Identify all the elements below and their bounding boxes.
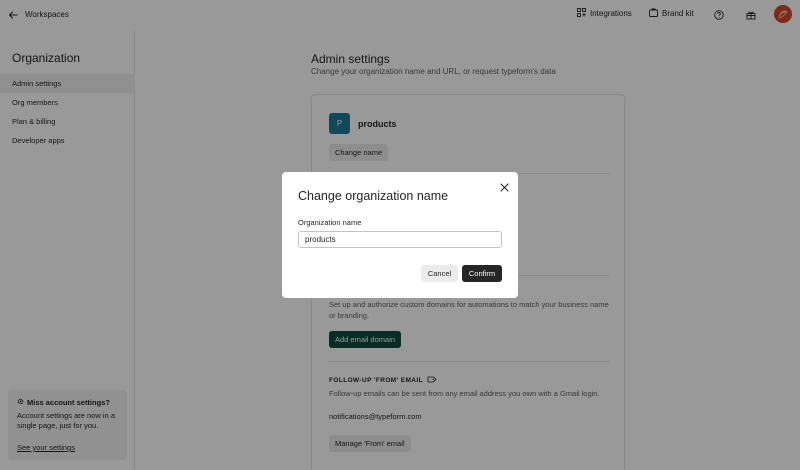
org-name-input[interactable]	[298, 231, 502, 248]
cancel-button[interactable]: Cancel	[421, 265, 458, 282]
dialog-title: Change organization name	[298, 189, 449, 203]
change-name-dialog: Change organization name Organization na…	[282, 172, 518, 298]
org-name-field-label: Organization name	[298, 218, 362, 227]
confirm-button[interactable]: Confirm	[462, 265, 502, 282]
close-icon[interactable]	[498, 181, 510, 193]
